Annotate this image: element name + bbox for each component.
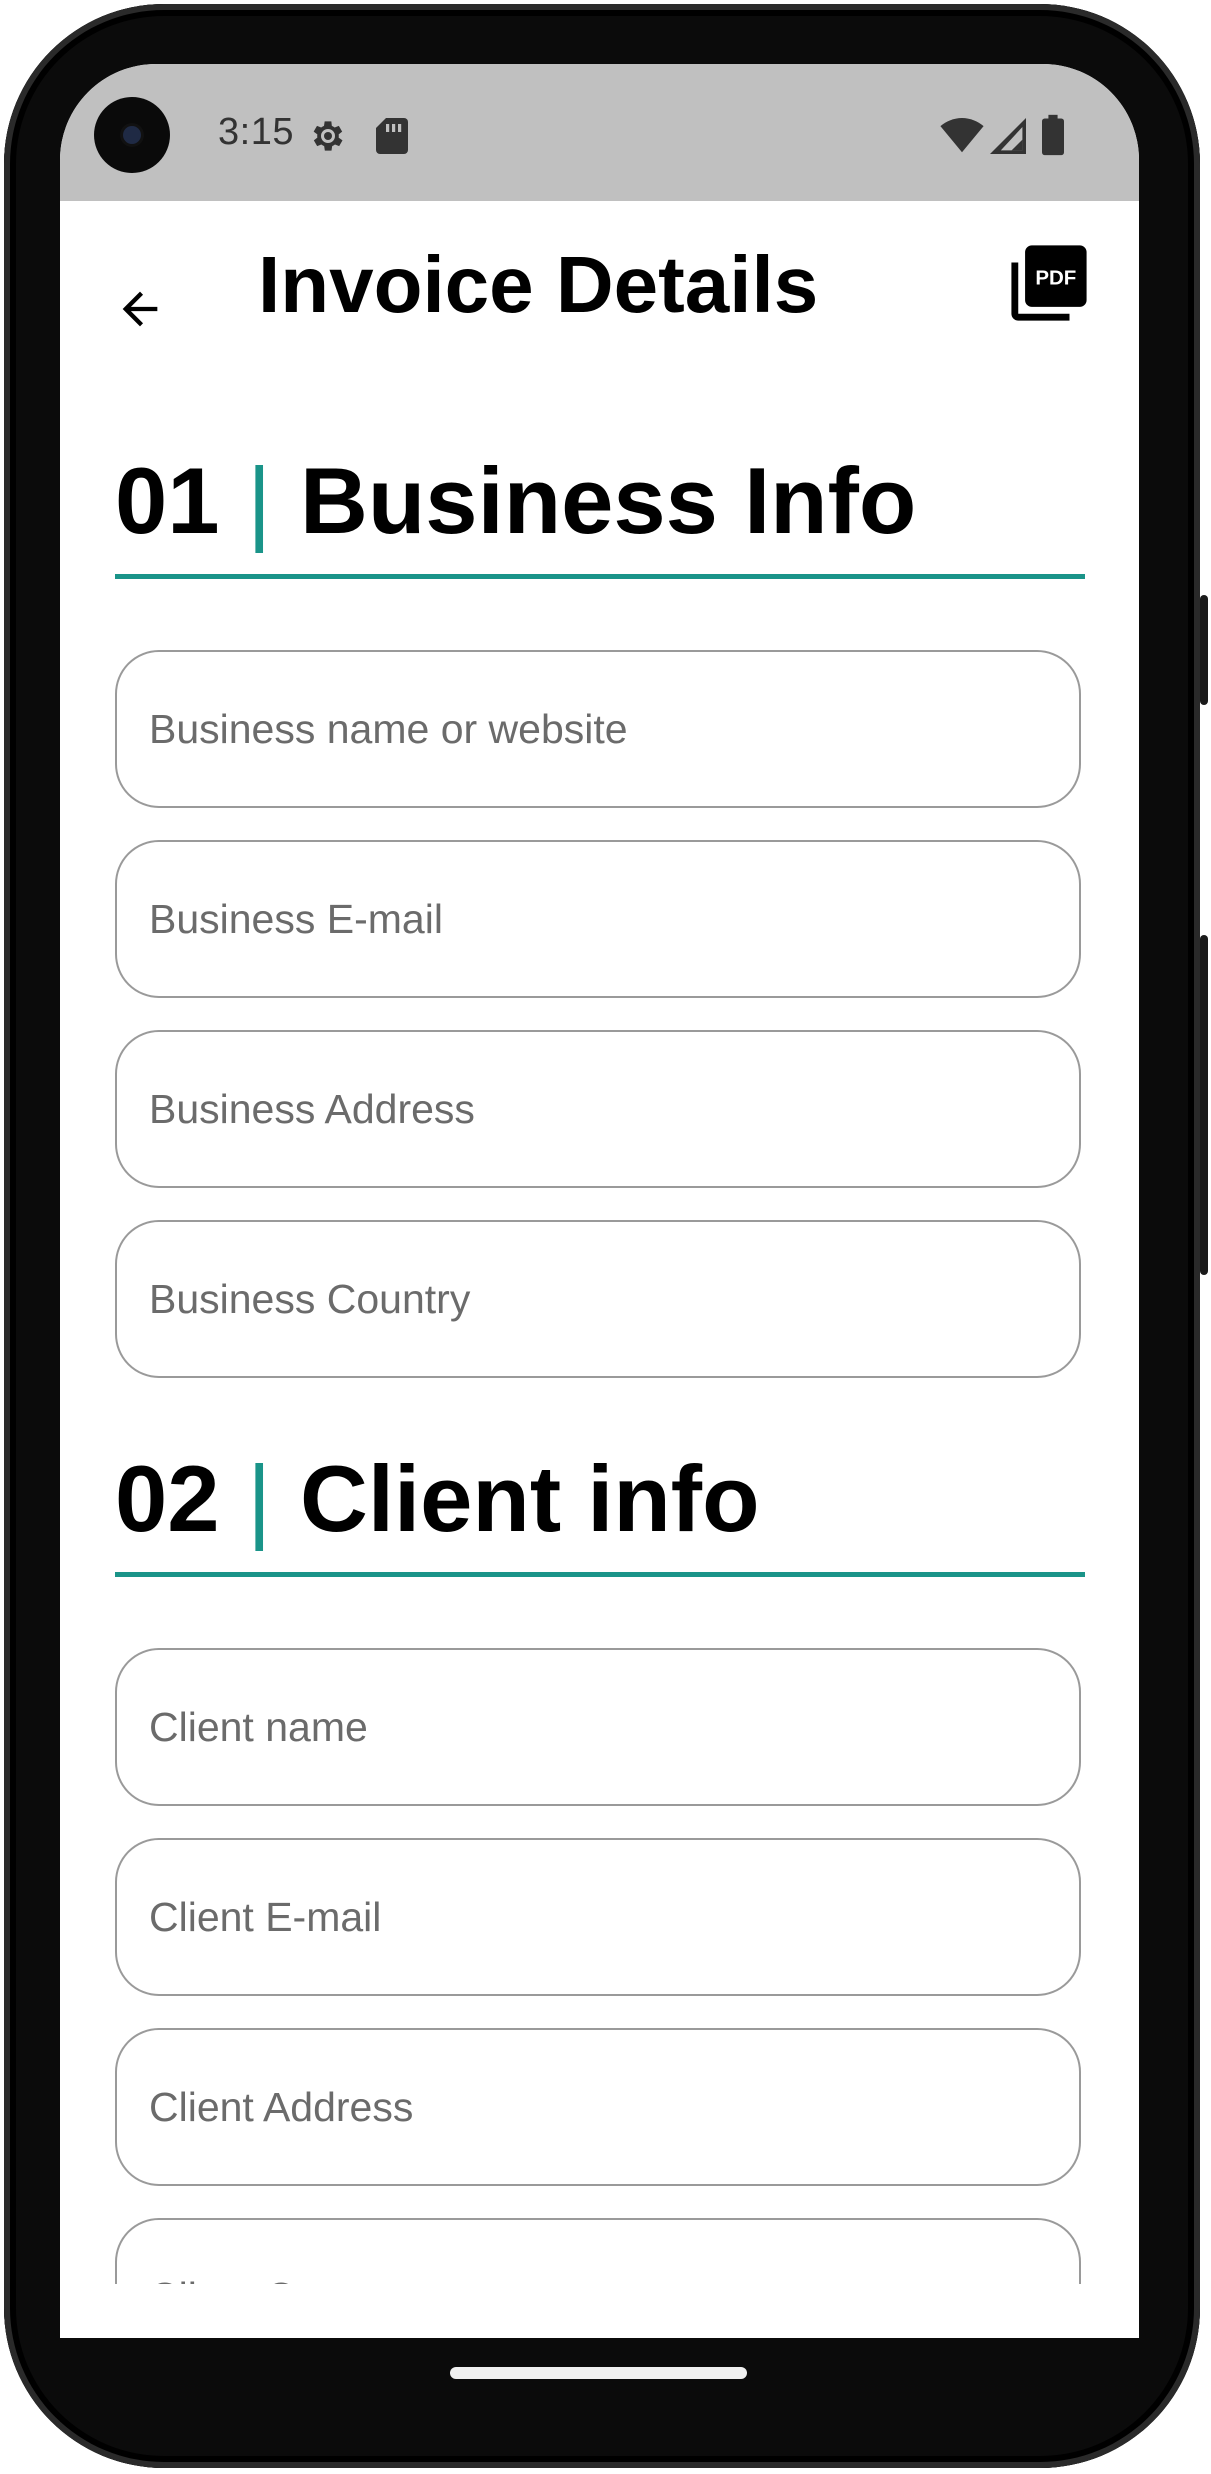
section-number: 01: [115, 448, 220, 553]
back-button[interactable]: [104, 273, 176, 345]
business-email-input[interactable]: [149, 842, 1049, 996]
page-title: Invoice Details: [258, 240, 819, 329]
front-camera: [94, 97, 170, 173]
business-address-field[interactable]: [115, 1030, 1081, 1188]
pdf-icon-label: PDF: [1035, 267, 1076, 290]
cell-signal-icon: [990, 118, 1026, 159]
pdf-icon: PDF: [1011, 245, 1087, 321]
status-bar: 3:15: [60, 64, 1139, 201]
section-header-client: 02 | Client info: [115, 1446, 1085, 1577]
business-country-field[interactable]: [115, 1220, 1081, 1378]
home-indicator[interactable]: [450, 2367, 747, 2379]
client-email-field[interactable]: [115, 1838, 1081, 1996]
client-name-field[interactable]: [115, 1648, 1081, 1806]
battery-icon: [1042, 114, 1064, 161]
arrow-back-icon: [122, 291, 158, 327]
scroll-clip: [60, 2218, 1139, 2284]
sd-card-icon: [376, 118, 408, 159]
export-pdf-button[interactable]: PDF: [1008, 242, 1090, 324]
screen: 3:15 Invoice Details PDF 01 | Business I…: [60, 64, 1139, 2338]
business-email-field[interactable]: [115, 840, 1081, 998]
settings-gear-icon: [308, 116, 348, 161]
volume-button: [1200, 595, 1208, 705]
business-address-input[interactable]: [149, 1032, 1049, 1186]
wifi-icon: [940, 118, 984, 159]
section-title: Client info: [300, 1446, 760, 1551]
client-email-input[interactable]: [149, 1840, 1049, 1994]
power-button: [1200, 935, 1208, 1275]
section-header-business: 01 | Business Info: [115, 448, 1085, 579]
section-separator: |: [247, 448, 272, 553]
client-country-field[interactable]: [115, 2218, 1081, 2284]
client-address-input[interactable]: [149, 2030, 1049, 2184]
client-name-input[interactable]: [149, 1650, 1049, 1804]
client-country-input[interactable]: [149, 2220, 1049, 2284]
status-time: 3:15: [218, 111, 294, 153]
section-title: Business Info: [300, 448, 917, 553]
section-number: 02: [115, 1446, 220, 1551]
camera-lens: [123, 126, 141, 144]
business-name-field[interactable]: [115, 650, 1081, 808]
section-separator: |: [247, 1446, 272, 1551]
client-address-field[interactable]: [115, 2028, 1081, 2186]
business-country-input[interactable]: [149, 1222, 1049, 1376]
business-name-input[interactable]: [149, 652, 1049, 806]
phone-frame: 3:15 Invoice Details PDF 01 | Business I…: [0, 0, 1211, 2474]
